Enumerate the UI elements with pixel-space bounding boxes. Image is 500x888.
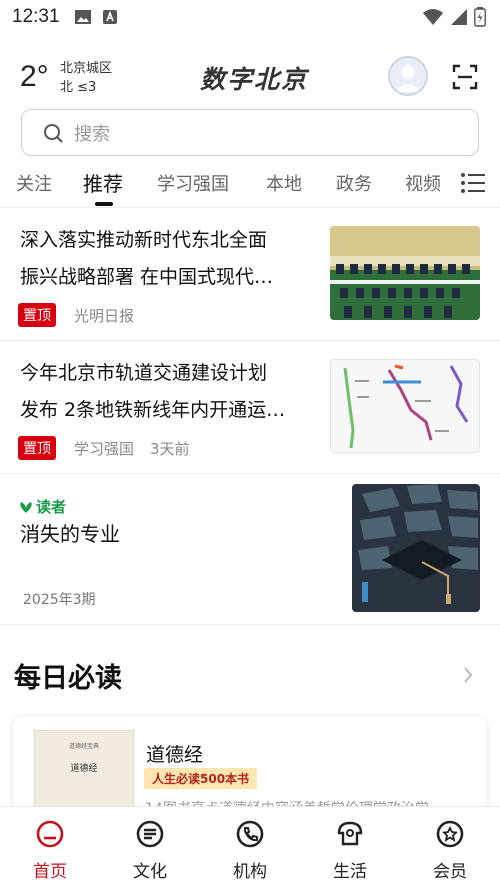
nav-label: 机构 [233,862,267,882]
culture-icon [136,820,164,848]
nav-label: 首页 [33,862,67,882]
member-icon [436,820,464,848]
divider [0,624,500,625]
chevron-right-icon[interactable] [460,664,476,686]
news-meta: 置顶 光明日报 [18,303,134,327]
pinned-badge: 置顶 [18,436,56,460]
nav-label: 文化 [133,862,167,882]
meeting-photo [330,226,480,320]
tab-local[interactable]: 本地 [266,170,302,196]
book-name: 道德经 [146,744,204,766]
scan-icon[interactable] [452,64,478,90]
nav-member[interactable]: 会员 [415,819,485,882]
nav-home[interactable]: 首页 [15,819,85,882]
pinned-badge: 置顶 [18,303,56,327]
magazine-logo-text: 读者 [36,498,67,516]
search-bar[interactable]: 搜索 [21,109,479,156]
app-notification-icon [102,10,117,24]
news-title: 今年北京市轨道交通建设计划 发布 2条地铁新线年内开通运… [20,355,310,429]
category-tabs: 关注 推荐 学习强国 本地 政务 视频 [0,164,500,208]
metro-map-image [331,360,479,452]
news-title-line: 深入落实推动新时代东北全面 [20,229,268,251]
life-icon [337,821,363,846]
nav-label: 生活 [333,862,367,882]
news-thumbnail [330,226,480,320]
leaf-icon [20,501,32,513]
weather-wind: 北 ≤3 [60,80,97,95]
news-item[interactable]: 今年北京市轨道交通建设计划 发布 2条地铁新线年内开通运… 置顶 学习强国 3天… [0,341,500,473]
news-item[interactable]: 深入落实推动新时代东北全面 振兴战略部署 在中国式现代… 置顶 光明日报 [0,208,500,340]
nav-life[interactable]: 生活 [315,819,385,882]
news-thumbnail [330,359,480,453]
gallery-icon [74,10,91,24]
magazine-issue: 2025年3期 [23,592,96,608]
nav-label: 会员 [433,862,467,882]
news-title: 深入落实推动新时代东北全面 振兴战略部署 在中国式现代… [20,222,310,296]
search-placeholder: 搜索 [74,123,110,145]
channel-menu-icon[interactable] [460,172,486,194]
brand-logo: 数字北京 [200,65,309,94]
tab-follow[interactable]: 关注 [16,170,52,196]
book-cover-subtitle: 道德经宝典 [68,743,99,750]
tab-video[interactable]: 视频 [405,170,441,196]
status-bar: 12:31 [0,0,500,34]
news-time: 3天前 [150,439,190,458]
news-meta: 置顶 学习强国 3天前 [18,436,190,460]
news-title-line: 振兴战略部署 在中国式现代… [20,266,274,288]
news-title-line: 发布 2条地铁新线年内开通运… [20,399,286,421]
book-cover-title: 道德经 [70,764,98,774]
app-header: 2° 北京城区 北 ≤3 数字北京 [0,50,500,106]
battery-icon [474,7,486,27]
nav-institutions[interactable]: 机构 [215,819,285,882]
graduation-cap-illustration [352,484,480,612]
wifi-icon [423,9,443,25]
magazine-title: 消失的专业 [20,522,120,546]
daily-read-title: 每日必读 [14,663,122,694]
signal-icon [451,9,467,25]
weather-location: 北京城区 [60,61,113,76]
tab-recommended[interactable]: 推荐 [83,168,123,197]
tab-xuexi[interactable]: 学习强国 [157,170,229,196]
home-icon [36,820,64,848]
news-title-line: 今年北京市轨道交通建设计划 [20,362,268,384]
weather-temperature[interactable]: 2° [20,60,49,94]
news-source: 光明日报 [74,306,135,325]
nav-culture[interactable]: 文化 [115,819,185,882]
user-icon [395,65,421,92]
tab-government[interactable]: 政务 [336,170,372,196]
status-time: 12:31 [12,6,60,27]
news-source: 学习强国 [74,439,135,458]
phone-icon [236,820,264,848]
weather-info[interactable]: 北京城区 北 ≤3 [60,59,112,97]
bottom-navigation: 首页 文化 机构 生活 会员 [0,806,500,888]
magazine-cover [352,484,480,612]
user-avatar[interactable] [388,56,428,96]
active-tab-indicator [95,202,113,206]
search-icon [44,123,63,143]
magazine-logo: 读者 [18,496,66,517]
book-tag: 人生必读500本书 [144,768,258,789]
